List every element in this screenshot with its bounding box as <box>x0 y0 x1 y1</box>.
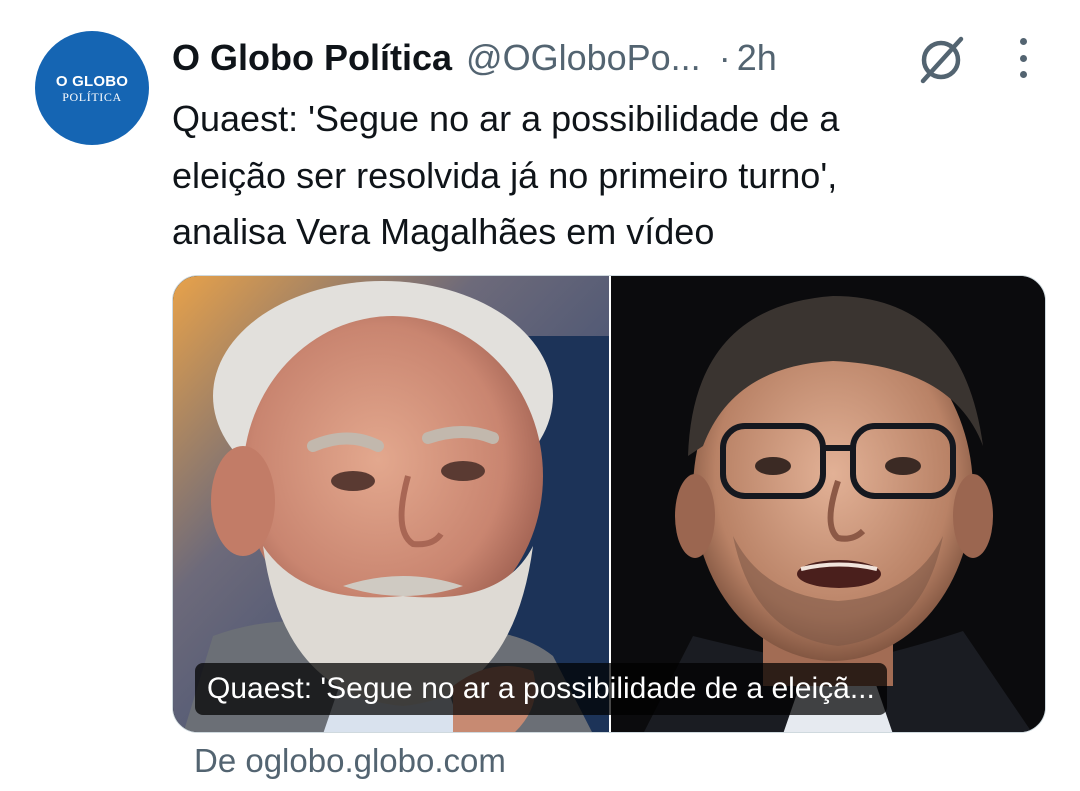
timestamp[interactable]: 2h <box>737 37 777 79</box>
link-card[interactable]: Quaest: 'Segue no ar a possibilidade de … <box>172 275 1046 733</box>
more-dot <box>1019 71 1027 78</box>
more-dot <box>1019 54 1027 62</box>
separator-dot: · <box>718 37 731 78</box>
author-handle[interactable]: @OGloboPo... <box>466 37 701 79</box>
link-source[interactable]: De oglobo.globo.com <box>194 742 506 780</box>
avatar-logo-line1: O GLOBO <box>55 72 129 90</box>
tweet-text-line: analisa Vera Magalhães em vídeo <box>172 211 715 252</box>
tweet-text-line: Quaest: 'Segue no ar a possibilidade de … <box>172 98 840 139</box>
avatar-logo-line2: POLÍTICA <box>62 89 122 104</box>
tweet-text-line: eleição ser resolvida já no primeiro tur… <box>172 154 838 196</box>
card-caption[interactable]: Quaest: 'Segue no ar a possibilidade de … <box>195 663 887 715</box>
tweet[interactable]: O GLOBO POLÍTICA O Globo Política @OGlob… <box>0 0 1080 791</box>
author-display-name[interactable]: O Globo Política <box>172 37 452 79</box>
more-dot <box>1019 38 1027 45</box>
more-icon[interactable] <box>1010 38 1036 78</box>
tweet-header: O Globo Política @OGloboPo... · 2h <box>172 34 777 82</box>
tweet-text: Quaest: 'Segue no ar a possibilidade de … <box>172 91 1032 261</box>
avatar[interactable]: O GLOBO POLÍTICA <box>35 31 149 145</box>
grok-icon[interactable] <box>914 33 968 87</box>
